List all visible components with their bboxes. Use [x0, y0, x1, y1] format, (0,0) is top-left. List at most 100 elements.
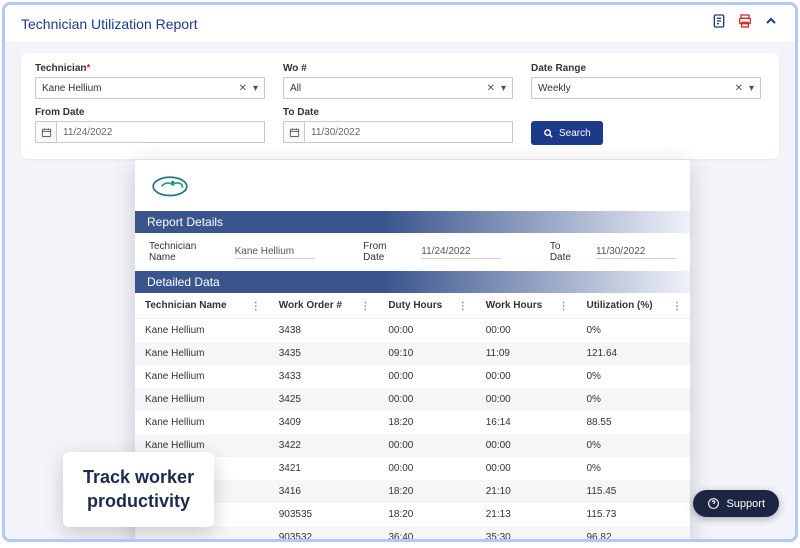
table-row[interactable]: 90353236:4035:3096.82 [135, 526, 690, 542]
cell-duty: 18:20 [378, 411, 475, 434]
column-menu-icon[interactable]: ⋮ [672, 301, 682, 312]
cell-duty: 36:40 [378, 526, 475, 542]
table-row[interactable]: Kane Hellium342200:0000:000% [135, 434, 690, 457]
cell-util: 0% [577, 388, 691, 411]
print-icon[interactable] [737, 13, 753, 34]
callout-line1: Track worker [83, 466, 194, 489]
todate-value: 11/30/2022 [305, 121, 513, 143]
cell-work: 00:00 [476, 434, 577, 457]
filter-panel: Technician Kane Hellium ✕▾ Wo # All ✕▾ D… [21, 53, 779, 159]
col-dutyhours[interactable]: Duty Hours⋮ [378, 293, 475, 319]
cell-wo: 3433 [269, 365, 379, 388]
cell-work: 16:14 [476, 411, 577, 434]
cell-wo: 903535 [269, 503, 379, 526]
support-label: Support [726, 498, 765, 510]
meta-to-label: To Date [550, 241, 582, 263]
cell-util: 0% [577, 365, 691, 388]
cell-work: 00:00 [476, 365, 577, 388]
dropdown-icon[interactable]: ▾ [253, 83, 258, 94]
table-row[interactable]: Kane Hellium343800:0000:000% [135, 319, 690, 343]
callout-line2: productivity [83, 490, 194, 513]
column-menu-icon[interactable]: ⋮ [559, 301, 569, 312]
col-technician[interactable]: Technician Name⋮ [135, 293, 269, 319]
cell-util: 0% [577, 457, 691, 480]
technician-label: Technician [35, 63, 265, 74]
column-menu-icon[interactable]: ⋮ [458, 301, 468, 312]
utilization-table: Technician Name⋮ Work Order #⋮ Duty Hour… [135, 293, 690, 542]
table-row[interactable]: 341618:2021:10115.45 [135, 480, 690, 503]
cell-work: 35:30 [476, 526, 577, 542]
support-button[interactable]: Support [693, 490, 779, 517]
marketing-callout: Track worker productivity [63, 452, 214, 527]
todate-input[interactable]: 11/30/2022 [283, 121, 513, 143]
wo-label: Wo # [283, 63, 513, 74]
meta-tech-value: Kane Hellium [235, 246, 315, 259]
fromdate-label: From Date [35, 107, 265, 118]
wo-select[interactable]: All ✕ ▾ [283, 77, 513, 99]
fromdate-value: 11/24/2022 [57, 121, 265, 143]
table-row[interactable]: Kane Hellium343300:0000:000% [135, 365, 690, 388]
daterange-select[interactable]: Weekly ✕▾ [531, 77, 761, 99]
calendar-icon[interactable] [35, 121, 57, 143]
dropdown-icon[interactable]: ▾ [501, 83, 506, 94]
col-workhours[interactable]: Work Hours⋮ [476, 293, 577, 319]
daterange-label: Date Range [531, 63, 761, 74]
cell-work: 21:13 [476, 503, 577, 526]
cell-work: 00:00 [476, 319, 577, 343]
dropdown-icon[interactable]: ▾ [749, 83, 754, 94]
cell-tech [135, 526, 269, 542]
cell-duty: 00:00 [378, 365, 475, 388]
clear-icon[interactable]: ✕ [239, 83, 247, 94]
report-preview: Report Details Technician Name Kane Hell… [135, 160, 690, 542]
cell-wo: 3416 [269, 480, 379, 503]
meta-tech-label: Technician Name [149, 241, 221, 263]
cell-work: 21:10 [476, 480, 577, 503]
table-row[interactable]: Kane Hellium342100:0000:000% [135, 457, 690, 480]
cell-duty: 18:20 [378, 480, 475, 503]
cell-work: 00:00 [476, 457, 577, 480]
wo-value: All [290, 83, 301, 94]
cell-util: 115.73 [577, 503, 691, 526]
table-row[interactable]: 90353518:2021:13115.73 [135, 503, 690, 526]
cell-wo: 3409 [269, 411, 379, 434]
cell-util: 0% [577, 319, 691, 343]
cell-duty: 00:00 [378, 457, 475, 480]
cell-util: 115.45 [577, 480, 691, 503]
table-row[interactable]: Kane Hellium343509:1011:09121.64 [135, 342, 690, 365]
cell-tech: Kane Hellium [135, 365, 269, 388]
meta-to-value: 11/30/2022 [596, 246, 676, 259]
cell-tech: Kane Hellium [135, 342, 269, 365]
cell-tech: Kane Hellium [135, 411, 269, 434]
clear-icon[interactable]: ✕ [487, 83, 495, 94]
technician-select[interactable]: Kane Hellium ✕▾ [35, 77, 265, 99]
column-menu-icon[interactable]: ⋮ [360, 301, 370, 312]
search-button-label: Search [559, 128, 591, 139]
calendar-icon[interactable] [283, 121, 305, 143]
cell-duty: 00:00 [378, 388, 475, 411]
fromdate-input[interactable]: 11/24/2022 [35, 121, 265, 143]
meta-from-value: 11/24/2022 [421, 246, 501, 259]
cell-wo: 3438 [269, 319, 379, 343]
report-logo [135, 160, 690, 211]
cell-wo: 3422 [269, 434, 379, 457]
cell-tech: Kane Hellium [135, 319, 269, 343]
col-workorder[interactable]: Work Order #⋮ [269, 293, 379, 319]
cell-duty: 00:00 [378, 434, 475, 457]
table-row[interactable]: Kane Hellium342500:0000:000% [135, 388, 690, 411]
cell-util: 88.55 [577, 411, 691, 434]
todate-label: To Date [283, 107, 513, 118]
report-header: Technician Utilization Report [5, 5, 795, 43]
table-row[interactable]: Kane Hellium340918:2016:1488.55 [135, 411, 690, 434]
cell-wo: 3425 [269, 388, 379, 411]
cell-wo: 903532 [269, 526, 379, 542]
collapse-icon[interactable] [763, 13, 779, 34]
cell-wo: 3435 [269, 342, 379, 365]
cell-duty: 18:20 [378, 503, 475, 526]
col-utilization[interactable]: Utilization (%)⋮ [577, 293, 691, 319]
cell-duty: 09:10 [378, 342, 475, 365]
search-button[interactable]: Search [531, 121, 603, 145]
cell-wo: 3421 [269, 457, 379, 480]
clear-icon[interactable]: ✕ [735, 83, 743, 94]
column-menu-icon[interactable]: ⋮ [251, 301, 261, 312]
export-icon[interactable] [711, 13, 727, 34]
